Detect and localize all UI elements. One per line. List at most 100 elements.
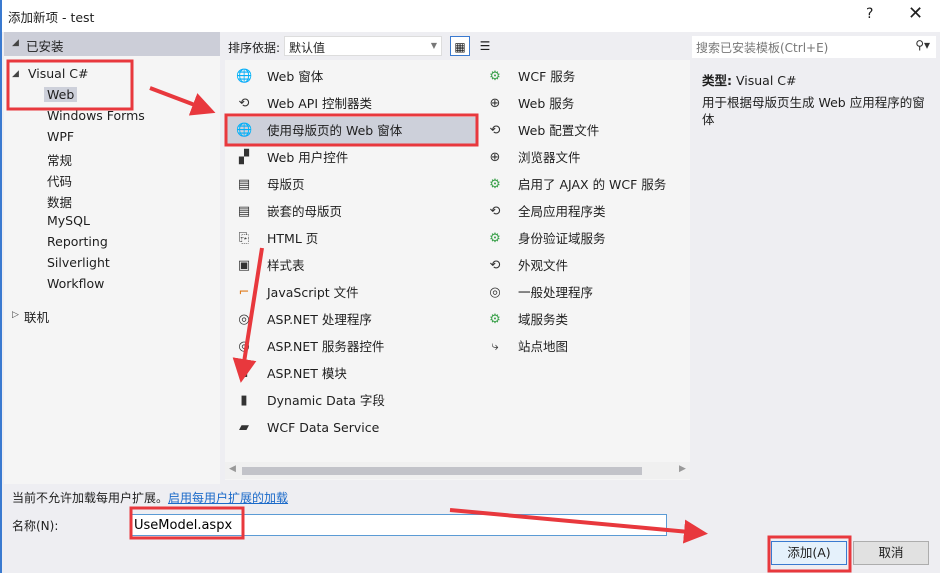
stylesheet-icon: ▣ <box>237 258 251 273</box>
scroll-thumb[interactable] <box>242 467 642 475</box>
wcf-icon: ⚙ <box>489 69 501 84</box>
extension-notice: 当前不允许加载每用户扩展。启用每用户扩展的加载 <box>12 489 288 506</box>
template-item[interactable]: ▰ WCF Data Service <box>226 414 476 441</box>
scroll-left-icon[interactable]: ◀ <box>229 464 236 474</box>
template-item[interactable]: 🌐 Web 窗体 <box>226 63 476 90</box>
tree-item-windows-forms[interactable]: Windows Forms <box>47 108 145 123</box>
details-panel: 搜索已安装模板(Ctrl+E) ⚲▾ 类型: Visual C# 用于根据母版页生… <box>690 32 940 484</box>
dynamic-data-icon: ▮ <box>240 393 248 408</box>
tree-item-online[interactable]: 联机 <box>24 307 49 326</box>
chevron-down-icon: ▼ <box>430 41 437 50</box>
template-label: Dynamic Data 字段 <box>267 393 385 408</box>
enable-extensions-link[interactable]: 启用每用户扩展的加载 <box>168 491 288 505</box>
nested-master-page-icon: ▤ <box>237 204 251 219</box>
template-item[interactable]: 🌐 使用母版页的 Web 窗体 <box>226 117 476 144</box>
template-label: ASP.NET 处理程序 <box>267 312 372 327</box>
wcf-icon: ⚙ <box>489 312 501 327</box>
tree-item-web[interactable]: Web <box>44 87 78 102</box>
template-label: JavaScript 文件 <box>267 285 359 300</box>
sort-value: 默认值 <box>289 41 326 55</box>
template-item[interactable]: ▮ Dynamic Data 字段 <box>226 387 476 414</box>
tree-item-visual-csharp[interactable]: Visual C# <box>28 66 89 81</box>
globe-icon: 🌐 <box>236 123 253 138</box>
template-label: Web 窗体 <box>267 69 324 84</box>
sort-label: 排序依据: <box>228 41 281 55</box>
tree-item-silverlight[interactable]: Silverlight <box>47 255 110 270</box>
tree-item-reporting[interactable]: Reporting <box>47 234 108 249</box>
template-label: ASP.NET 模块 <box>267 366 347 381</box>
notice-text: 当前不允许加载每用户扩展。 <box>12 491 169 505</box>
tree-item-wpf[interactable]: WPF <box>47 129 74 144</box>
browser-file-icon: ⊕ <box>489 150 501 165</box>
type-value: Visual C# <box>735 73 797 88</box>
template-item[interactable]: ◎ ASP.NET 处理程序 <box>226 306 476 333</box>
title-bar: 添加新项 - test ? ✕ <box>0 0 940 32</box>
template-label: WCF Data Service <box>267 420 380 435</box>
template-label: 全局应用程序类 <box>518 204 606 219</box>
sitemap-icon: ⤷ <box>491 339 499 354</box>
installed-label: 已安装 <box>26 39 64 54</box>
template-item[interactable]: ▤ 嵌套的母版页 <box>226 198 476 225</box>
type-label: 类型: <box>702 73 732 88</box>
template-item[interactable]: ⟲ Web API 控制器类 <box>226 90 476 117</box>
template-item[interactable]: ◎ ASP.NET 服务器控件 <box>226 333 476 360</box>
config-icon: ⟲ <box>489 123 501 138</box>
help-button[interactable]: ? <box>866 6 873 22</box>
tree-item-code[interactable]: 代码 <box>47 171 72 190</box>
name-label: 名称(N): <box>12 519 59 533</box>
template-label: 母版页 <box>267 177 305 192</box>
category-tree: ◢ Visual C# Web Windows Forms WPF 常规 代码 … <box>4 56 220 484</box>
global-app-icon: ⟲ <box>489 204 501 219</box>
template-label: 使用母版页的 Web 窗体 <box>267 123 403 138</box>
list-view-icon[interactable]: ☰ <box>475 36 495 56</box>
expand-triangle-icon[interactable]: ◢ <box>12 69 19 79</box>
scroll-right-icon[interactable]: ▶ <box>679 464 686 474</box>
search-input[interactable]: 搜索已安装模板(Ctrl+E) ⚲▾ <box>692 36 936 58</box>
expand-triangle-icon: ◢ <box>12 38 19 48</box>
globe-icon: 🌐 <box>236 69 253 84</box>
tree-item-general[interactable]: 常规 <box>47 150 72 169</box>
template-item[interactable]: ▣ 样式表 <box>226 252 476 279</box>
template-label: HTML 页 <box>267 231 319 246</box>
name-input[interactable] <box>130 514 667 536</box>
javascript-icon: ⌐ <box>238 285 250 300</box>
template-item[interactable]: ▪ ASP.NET 模块 <box>226 360 476 387</box>
template-label: WCF 服务 <box>518 69 576 84</box>
template-item[interactable]: ⎘ HTML 页 <box>226 225 476 252</box>
template-label: 外观文件 <box>518 258 569 273</box>
search-placeholder: 搜索已安装模板(Ctrl+E) <box>696 41 829 55</box>
tree-item-workflow[interactable]: Workflow <box>47 276 104 291</box>
template-item[interactable]: ⌐ JavaScript 文件 <box>226 279 476 306</box>
module-icon: ▪ <box>239 366 249 381</box>
template-label: Web API 控制器类 <box>267 96 372 111</box>
type-info: 类型: Visual C# <box>702 70 796 89</box>
tree-item-data[interactable]: 数据 <box>47 192 72 211</box>
master-page-icon: ▤ <box>237 177 251 192</box>
template-label: ASP.NET 服务器控件 <box>267 339 385 354</box>
template-label: Web 配置文件 <box>518 123 600 138</box>
data-service-icon: ▰ <box>239 420 249 435</box>
template-label: 身份验证域服务 <box>518 231 606 246</box>
window-title: 添加新项 - test <box>8 10 95 25</box>
cancel-button[interactable]: 取消 <box>853 541 929 565</box>
handler-icon: ◎ <box>238 312 250 327</box>
collapsed-triangle-icon[interactable]: ▷ <box>12 310 19 320</box>
horizontal-scrollbar[interactable]: ◀ ▶ <box>225 462 690 479</box>
close-button[interactable]: ✕ <box>908 3 923 24</box>
template-label: 一般处理程序 <box>518 285 594 300</box>
template-list: 🌐 Web 窗体 ⟲ Web API 控制器类 🌐 使用母版页的 Web 窗体 ▞ Web 用… <box>225 60 690 480</box>
installed-header[interactable]: ◢ 已安装 <box>4 32 220 56</box>
template-item[interactable]: ▤ 母版页 <box>226 171 476 198</box>
web-api-icon: ⟲ <box>238 96 250 111</box>
template-label: Web 服务 <box>518 96 575 111</box>
template-label: Web 用户控件 <box>267 150 349 165</box>
tree-item-mysql[interactable]: MySQL <box>47 213 90 228</box>
add-button[interactable]: 添加(A) <box>771 541 847 565</box>
sort-dropdown[interactable]: 默认值 ▼ <box>284 36 442 56</box>
template-description: 用于根据母版页生成 Web 应用程序的窗体 <box>702 95 925 127</box>
template-label: 样式表 <box>267 258 305 273</box>
template-item[interactable]: ▞ Web 用户控件 <box>226 144 476 171</box>
template-label: 站点地图 <box>518 339 569 354</box>
search-icon[interactable]: ⚲▾ <box>915 38 930 52</box>
grid-view-icon[interactable]: ▦ <box>450 36 470 56</box>
